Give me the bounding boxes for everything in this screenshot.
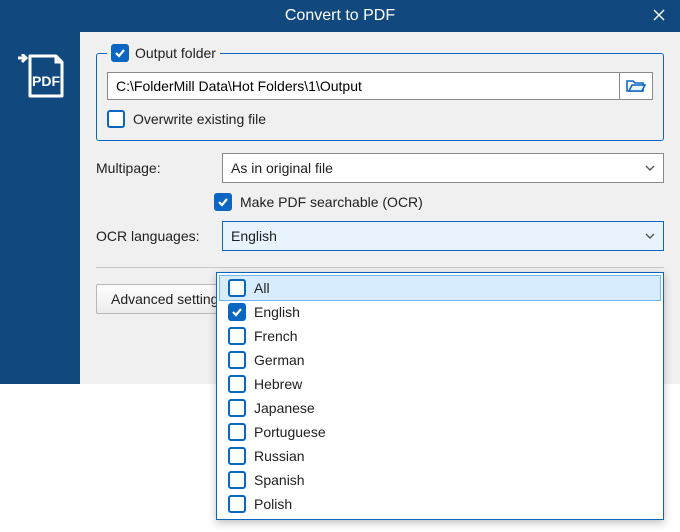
language-option[interactable]: French [220,324,660,348]
advanced-settings-label: Advanced settings [111,291,225,307]
chevron-down-icon [645,163,655,174]
language-label: Polish [254,496,292,512]
ocr-languages-select[interactable]: English [222,221,664,251]
language-checkbox[interactable] [228,303,246,321]
multipage-label: Multipage: [96,160,214,176]
language-option[interactable]: Japanese [220,396,660,420]
language-label: Spanish [254,472,305,488]
multipage-row: Multipage: As in original file [96,153,664,183]
language-option[interactable]: All [220,276,660,300]
language-checkbox[interactable] [228,423,246,441]
language-checkbox[interactable] [228,495,246,513]
overwrite-row: Overwrite existing file [107,110,653,128]
language-option[interactable]: German [220,348,660,372]
language-checkbox[interactable] [228,327,246,345]
titlebar: Convert to PDF [0,0,680,32]
language-checkbox[interactable] [228,471,246,489]
output-path-input[interactable] [107,72,619,100]
language-label: English [254,304,300,320]
make-searchable-row: Make PDF searchable (OCR) [214,193,664,211]
output-folder-legend: Output folder [107,44,220,62]
output-path-row [107,72,653,100]
pdf-icon: PDF [16,54,64,98]
language-option[interactable]: English [220,300,660,324]
output-folder-checkbox[interactable] [111,44,129,62]
language-label: French [254,328,298,344]
output-folder-group: Output folder Overwrite exis [96,44,664,141]
close-button[interactable] [650,6,668,24]
language-label: Hebrew [254,376,302,392]
sidebar: PDF [0,32,80,384]
window-title: Convert to PDF [285,7,395,25]
ocr-languages-dropdown[interactable]: All English French German Hebrew Japanese Port… [216,272,664,520]
language-option[interactable]: Russian [220,444,660,468]
chevron-down-icon [645,231,655,242]
make-searchable-label: Make PDF searchable (OCR) [240,194,423,210]
overwrite-label: Overwrite existing file [133,111,266,127]
ocr-languages-value: English [231,228,277,244]
open-folder-icon [626,78,646,94]
language-checkbox[interactable] [228,399,246,417]
language-option[interactable]: Spanish [220,468,660,492]
language-option[interactable]: Hebrew [220,372,660,396]
language-label: Japanese [254,400,315,416]
browse-button[interactable] [619,72,653,100]
language-option[interactable]: Polish [220,492,660,516]
language-checkbox[interactable] [228,351,246,369]
divider [96,267,664,268]
multipage-select[interactable]: As in original file [222,153,664,183]
close-icon [652,8,666,22]
language-checkbox[interactable] [228,279,246,297]
make-searchable-checkbox[interactable] [214,193,232,211]
overwrite-checkbox[interactable] [107,110,125,128]
multipage-value: As in original file [231,160,333,176]
language-label: German [254,352,305,368]
language-label: Russian [254,448,305,464]
language-option[interactable]: Portuguese [220,420,660,444]
output-folder-label: Output folder [135,45,216,61]
language-label: Portuguese [254,424,326,440]
language-checkbox[interactable] [228,375,246,393]
language-label: All [254,280,270,296]
ocr-languages-label: OCR languages: [96,228,214,244]
language-checkbox[interactable] [228,447,246,465]
ocr-languages-row: OCR languages: English [96,221,664,251]
svg-text:PDF: PDF [32,73,60,89]
